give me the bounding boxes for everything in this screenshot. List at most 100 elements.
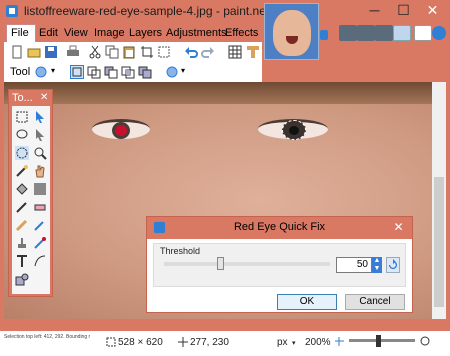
threshold-spinner[interactable]: ▲ ▼ — [372, 257, 382, 273]
save-icon[interactable] — [44, 45, 58, 59]
zoom-slider-knob[interactable] — [376, 335, 381, 347]
menu-edit[interactable]: Edit — [39, 27, 58, 39]
cursor-position-text: 277, 230 — [190, 337, 229, 348]
line-curve-tool-icon[interactable] — [33, 254, 47, 268]
thumbnail-face-image — [273, 10, 311, 56]
selection-mode-intersect-icon[interactable] — [121, 65, 135, 79]
menu-view[interactable]: View — [64, 27, 88, 39]
red-eye-pupil — [115, 125, 127, 136]
crop-icon[interactable] — [140, 45, 154, 59]
pencil-tool-icon[interactable] — [15, 218, 29, 232]
history-window-toggle-icon[interactable] — [357, 25, 375, 41]
title-bar: listoffreeware-red-eye-sample-4.jpg - pa… — [0, 0, 450, 22]
undo-icon[interactable] — [184, 45, 198, 59]
menu-layers[interactable]: Layers — [129, 27, 162, 39]
paint-net-window: listoffreeware-red-eye-sample-4.jpg - pa… — [0, 0, 450, 356]
status-bar: Selection top left: 412, 292. Bounding r… — [0, 331, 450, 356]
color-picker-tool-icon[interactable] — [33, 218, 47, 232]
zoom-to-window-icon[interactable] — [334, 336, 345, 347]
tool-label: Tool — [10, 66, 31, 78]
tool-selector-icon[interactable] — [35, 65, 49, 79]
eraser-tool-icon[interactable] — [33, 200, 47, 214]
threshold-slider-track[interactable] — [164, 262, 330, 266]
paint-net-app-icon — [6, 5, 18, 17]
units-selector[interactable]: px — [277, 337, 288, 348]
lasso-select-tool-icon[interactable] — [15, 128, 29, 142]
rectangle-select-tool-icon[interactable] — [15, 110, 29, 124]
dialog-title-bar: Red Eye Quick Fix ✕ — [147, 217, 412, 239]
redo-icon[interactable] — [201, 45, 215, 59]
cursor-position-icon — [178, 337, 188, 347]
units-dropdown-arrow-icon[interactable]: ▾ — [292, 339, 296, 347]
dialog-title: Red Eye Quick Fix — [233, 221, 326, 233]
paintbrush-tool-icon[interactable] — [15, 200, 29, 214]
main-toolbar — [4, 42, 262, 62]
selection-size-icon — [106, 337, 116, 347]
paste-icon[interactable] — [122, 45, 136, 59]
image-thumbnail-tab[interactable] — [264, 3, 319, 60]
tools-grid — [12, 106, 50, 294]
threshold-label: Threshold — [160, 246, 201, 256]
magic-wand-tool-icon[interactable] — [15, 164, 29, 178]
ok-button[interactable]: OK — [277, 294, 337, 310]
ruler-icon[interactable] — [246, 45, 260, 59]
move-selected-tool-icon[interactable] — [33, 128, 47, 142]
antialiasing-dropdown-arrow-icon[interactable]: ▾ — [181, 66, 185, 75]
tool-options-bar: Tool ▾ ▾ — [4, 62, 262, 82]
close-button[interactable]: ✕ — [418, 0, 447, 22]
colors-window-toggle-icon[interactable] — [393, 25, 411, 41]
minimize-button[interactable]: ─ — [360, 0, 389, 22]
cut-icon[interactable] — [88, 45, 102, 59]
antialiasing-icon[interactable] — [165, 65, 179, 79]
tools-window-close-button[interactable]: ✕ — [40, 92, 50, 103]
menu-image[interactable]: Image — [94, 27, 125, 39]
tools-window-toggle-icon[interactable] — [339, 25, 357, 41]
maximize-button[interactable]: ☐ — [389, 0, 418, 22]
menu-file[interactable]: File — [11, 27, 29, 39]
threshold-value-input[interactable]: 50 — [336, 257, 372, 273]
selection-info-text: Selection top left: 412, 292. Bounding r — [4, 334, 91, 340]
settings-icon[interactable] — [414, 25, 432, 41]
move-selection-tool-icon[interactable] — [33, 110, 47, 124]
copy-icon[interactable] — [105, 45, 119, 59]
grid-icon[interactable] — [228, 45, 242, 59]
zoom-tool-icon[interactable] — [33, 146, 47, 160]
cancel-button[interactable]: Cancel — [345, 294, 405, 310]
selection-mode-exclude-icon[interactable] — [104, 65, 118, 79]
threshold-reset-icon[interactable] — [386, 257, 400, 273]
zoom-slider-track[interactable] — [349, 339, 415, 342]
clone-stamp-tool-icon[interactable] — [15, 236, 29, 250]
selection-mode-replace-icon[interactable] — [70, 65, 84, 79]
zoom-level[interactable]: 200% — [305, 337, 331, 348]
threshold-slider-knob[interactable] — [217, 257, 224, 270]
menu-bar: File Edit View Image Layers Adjustments … — [4, 24, 258, 42]
shapes-tool-icon[interactable] — [15, 272, 29, 286]
tools-window: To... ✕ — [8, 89, 53, 297]
right-pupil — [289, 126, 299, 135]
selection-mode-union-icon[interactable] — [87, 65, 101, 79]
window-title: listoffreeware-red-eye-sample-4.jpg - pa… — [24, 4, 300, 18]
dialog-close-button[interactable]: ✕ — [385, 217, 412, 239]
ellipse-select-tool-icon[interactable] — [15, 146, 29, 160]
print-icon[interactable] — [66, 45, 80, 59]
red-eye-quick-fix-dialog: Red Eye Quick Fix ✕ Threshold 50 ▲ ▼ OK C… — [146, 216, 413, 313]
selection-mode-xor-icon[interactable] — [138, 65, 152, 79]
recolor-tool-icon[interactable] — [33, 236, 47, 250]
layers-window-toggle-icon[interactable] — [375, 25, 393, 41]
tools-window-title: To... — [12, 92, 33, 104]
image-list-dropdown-icon[interactable] — [320, 30, 328, 40]
vertical-scroll-thumb[interactable] — [434, 177, 444, 307]
pan-tool-icon[interactable] — [33, 164, 47, 178]
menu-effects[interactable]: Effects — [225, 27, 258, 39]
open-icon[interactable] — [27, 45, 41, 59]
zoom-in-icon[interactable] — [420, 336, 431, 347]
deselect-icon[interactable] — [157, 45, 171, 59]
menu-adjustments[interactable]: Adjustments — [166, 27, 227, 39]
help-icon[interactable] — [432, 26, 446, 40]
gradient-tool-icon[interactable] — [33, 182, 47, 196]
tool-dropdown-arrow-icon[interactable]: ▾ — [51, 66, 55, 75]
new-icon[interactable] — [10, 45, 24, 59]
text-tool-icon[interactable] — [15, 254, 29, 268]
vertical-scrollbar[interactable] — [432, 82, 446, 319]
paint-bucket-tool-icon[interactable] — [15, 182, 29, 196]
